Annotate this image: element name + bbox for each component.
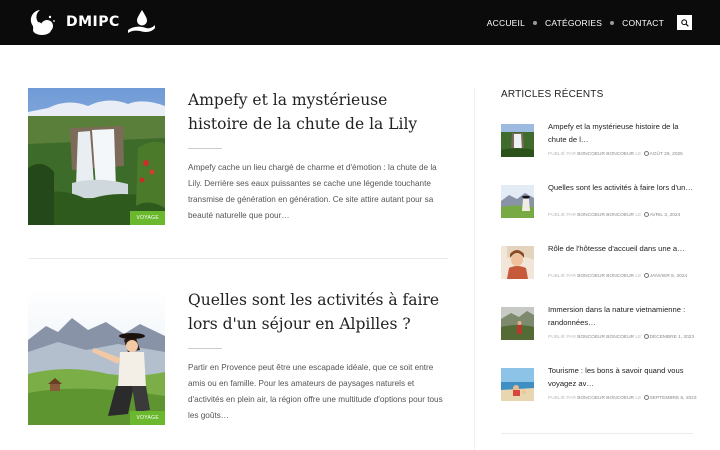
hostess-thumb-image <box>501 246 534 279</box>
column-divider <box>474 88 475 450</box>
title-divider <box>188 148 222 149</box>
recent-article: Rôle de l'hôtesse d'accueil dans une a… … <box>501 243 696 296</box>
site-header: DMIPC ACCUEIL CATÉGORIES CONTACT <box>0 0 720 45</box>
recent-article: Tourisme : les bons à savoir quand vous … <box>501 365 697 418</box>
recent-article-meta: PUBLIÉ PAR BONCOEUR BONCOEUR LE DÉCEMBRE… <box>548 334 695 340</box>
post-title[interactable]: Ampefy et la mystérieuse histoire de la … <box>188 88 450 136</box>
recent-article-meta: PUBLIÉ PAR BONCOEUR BONCOEUR LE JANVIER … <box>548 273 688 279</box>
post-date: AVRIL 3, 2024 <box>649 213 681 218</box>
clock-icon <box>643 395 649 400</box>
post-thumbnail-waterfall[interactable]: VOYAGE <box>28 88 165 225</box>
recent-article-title[interactable]: Immersion dans la nature vietnamienne : … <box>548 304 696 329</box>
title-divider <box>188 348 222 349</box>
brand-name: DMIPC <box>66 14 120 30</box>
drop-hand-icon <box>127 10 155 33</box>
post-excerpt: Partir en Provence peut être une escapad… <box>188 363 443 420</box>
sidebar-title: ARTICLES RÉCENTS <box>501 89 604 100</box>
author-link[interactable]: BONCOEUR BONCOEUR <box>577 274 634 279</box>
clock-icon <box>643 212 649 217</box>
post-thumbnail-alpilles[interactable]: VOYAGE <box>28 288 165 425</box>
post-card: VOYAGE Ampefy et la mystérieuse histoire… <box>28 88 448 228</box>
post-excerpt: Ampefy cache un lieu chargé de charme et… <box>188 163 437 220</box>
waterfall-image <box>28 88 165 225</box>
post-date: SEPTEMBRE 6, 2023 <box>649 396 697 401</box>
recent-article: Ampefy et la mystérieuse histoire de la … <box>501 121 696 174</box>
category-badge[interactable]: VOYAGE <box>130 211 165 225</box>
nav-contact[interactable]: CONTACT <box>622 18 664 28</box>
vietnam-nature-thumb-image <box>501 307 534 340</box>
clock-icon <box>643 334 649 339</box>
post-date: JANVIER 8, 2024 <box>649 274 688 279</box>
post-date: AOÛT 29, 2025 <box>649 152 683 157</box>
nav-separator <box>610 20 615 25</box>
recent-article-title[interactable]: Tourisme : les bons à savoir quand vous … <box>548 365 696 390</box>
site-logo[interactable]: DMIPC <box>28 7 156 37</box>
recent-article-title[interactable]: Rôle de l'hôtesse d'accueil dans une a… <box>548 243 696 256</box>
mountain-thumb-image <box>501 185 534 218</box>
recent-article: Immersion dans la nature vietnamienne : … <box>501 304 696 357</box>
clock-icon <box>643 273 649 278</box>
beach-thumb-image <box>501 368 534 401</box>
recent-article-title[interactable]: Ampefy et la mystérieuse histoire de la … <box>548 121 696 146</box>
sidebar-bottom-divider <box>501 433 693 434</box>
recent-thumbnail[interactable] <box>501 246 534 279</box>
recent-thumbnail[interactable] <box>501 185 534 218</box>
category-badge[interactable]: VOYAGE <box>130 411 165 425</box>
recent-article-meta: PUBLIÉ PAR BONCOEUR BONCOEUR LE AOÛT 29,… <box>548 151 683 157</box>
recent-article-meta: PUBLIÉ PAR BONCOEUR BONCOEUR LE SEPTEMBR… <box>548 395 697 401</box>
recent-article: Quelles sont les activités à faire lors … <box>501 182 696 235</box>
search-icon <box>680 18 689 27</box>
hiker-mountains-image <box>28 288 165 425</box>
recent-article-meta: PUBLIÉ PAR BONCOEUR BONCOEUR LE AVRIL 3,… <box>548 212 681 218</box>
moon-cloud-icon <box>30 10 55 35</box>
author-link[interactable]: BONCOEUR BONCOEUR <box>577 213 634 218</box>
nav-categories[interactable]: CATÉGORIES <box>545 18 602 28</box>
recent-thumbnail[interactable] <box>501 368 534 401</box>
post-separator <box>28 258 448 259</box>
nav-accueil[interactable]: ACCUEIL <box>487 18 525 28</box>
recent-article-title[interactable]: Quelles sont les activités à faire lors … <box>548 182 696 195</box>
clock-icon <box>643 151 649 156</box>
recent-thumbnail[interactable] <box>501 124 534 157</box>
author-link[interactable]: BONCOEUR BONCOEUR <box>577 396 634 401</box>
post-title[interactable]: Quelles sont les activités à faire lors … <box>188 288 450 336</box>
author-link[interactable]: BONCOEUR BONCOEUR <box>577 335 634 340</box>
waterfall-thumb-image <box>501 124 534 157</box>
author-link[interactable]: BONCOEUR BONCOEUR <box>577 152 634 157</box>
post-card: VOYAGE Quelles sont les activités à fair… <box>28 288 448 428</box>
search-button[interactable] <box>677 15 692 30</box>
nav-separator <box>533 20 538 25</box>
post-date: DÉCEMBRE 1, 2023 <box>649 335 695 340</box>
recent-thumbnail[interactable] <box>501 307 534 340</box>
main-nav: ACCUEIL CATÉGORIES CONTACT <box>487 0 664 45</box>
